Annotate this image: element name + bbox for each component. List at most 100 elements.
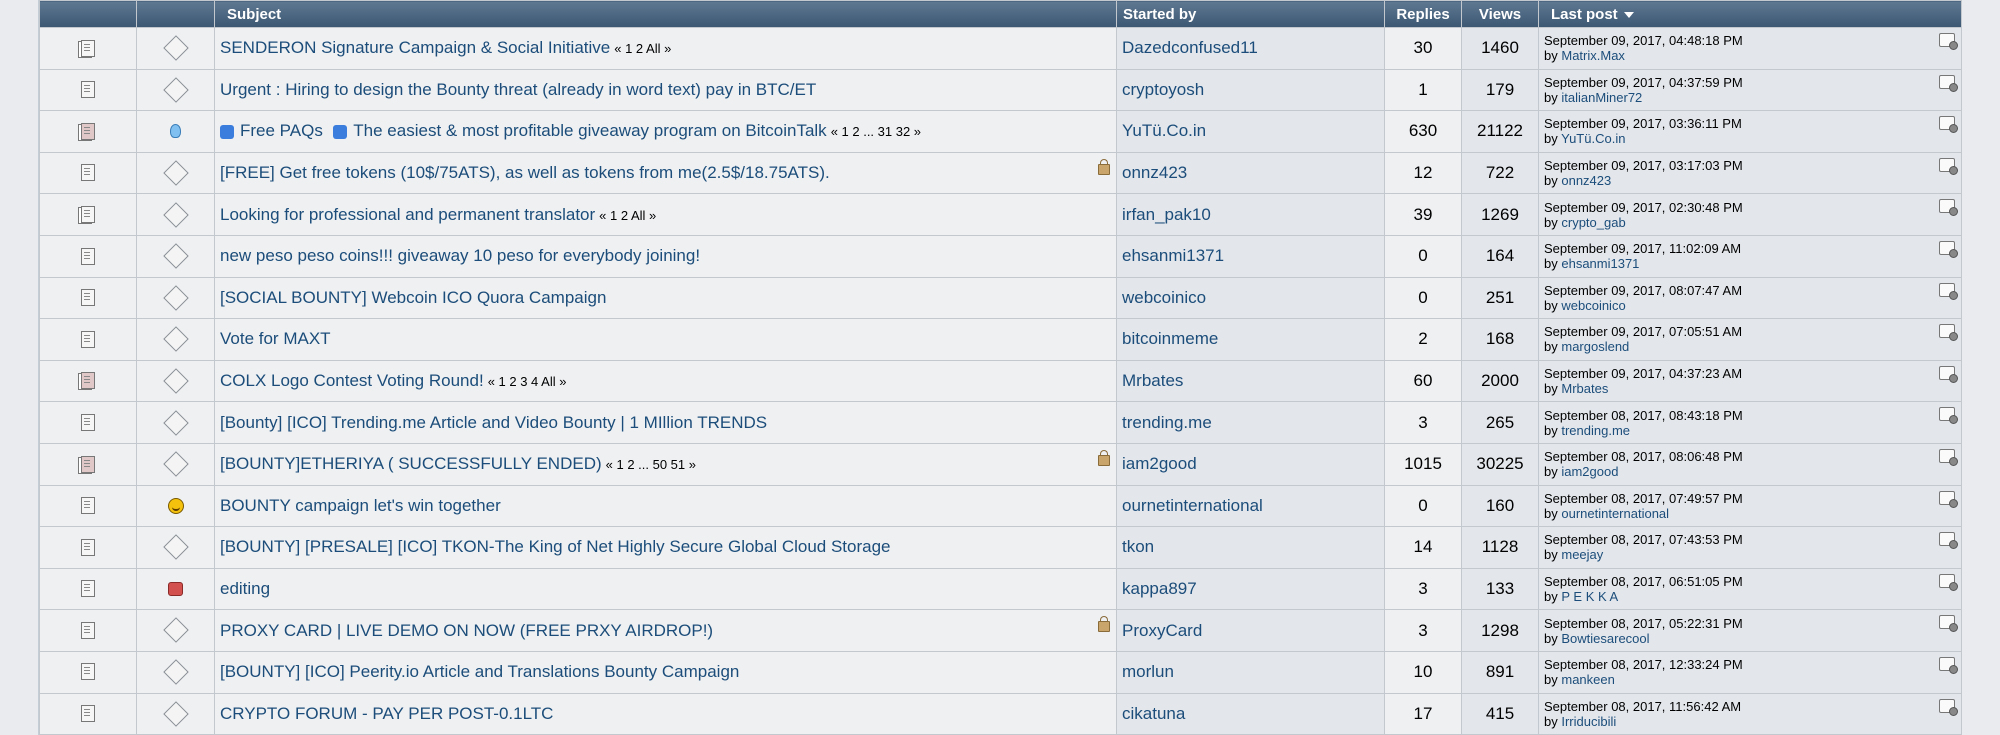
topic-starter-link[interactable]: webcoinico <box>1122 288 1206 307</box>
topic-message-icon-cell <box>136 526 215 569</box>
topic-page-links[interactable]: « 1 2 All » <box>614 41 671 56</box>
last-post-go-icon[interactable] <box>1939 698 1958 716</box>
last-post-by-label: by <box>1544 422 1558 438</box>
header-replies[interactable]: Replies <box>1384 0 1462 28</box>
last-post-go-icon[interactable] <box>1939 490 1958 508</box>
last-post-user-link[interactable]: margoslend <box>1561 339 1629 354</box>
last-post-go-icon[interactable] <box>1939 448 1958 466</box>
last-post-user-link[interactable]: iam2good <box>1561 464 1618 479</box>
last-post-go-icon[interactable] <box>1939 240 1958 258</box>
last-post-go-icon[interactable] <box>1939 116 1958 134</box>
topic-subject-link[interactable]: [BOUNTY] [ICO] Peerity.io Article and Tr… <box>220 662 739 681</box>
last-post-by-label: by <box>1544 339 1558 355</box>
topic-subject-link[interactable]: [FREE] Get free tokens (10$/75ATS), as w… <box>220 163 830 182</box>
topic-page-links[interactable]: « 1 2 ... 50 51 » <box>606 457 696 472</box>
topic-subject-link[interactable]: PROXY CARD | LIVE DEMO ON NOW (FREE PRXY… <box>220 621 713 640</box>
topic-status-cell <box>39 650 137 694</box>
last-post-user-link[interactable]: mankeen <box>1561 672 1614 687</box>
topic-subject-link[interactable]: SENDERON Signature Campaign & Social Ini… <box>220 38 610 57</box>
topic-starter-link[interactable]: trending.me <box>1122 413 1212 432</box>
last-post-go-icon[interactable] <box>1939 656 1958 674</box>
topic-subject-link[interactable]: COLX Logo Contest Voting Round! <box>220 371 484 390</box>
topic-subject-link[interactable]: new peso peso coins!!! giveaway 10 peso … <box>220 246 700 265</box>
topic-starter-link[interactable]: kappa897 <box>1122 579 1197 598</box>
topic-subject-link[interactable]: BOUNTY campaign let's win together <box>220 496 501 515</box>
topic-replies-cell: 60 <box>1384 359 1462 403</box>
topic-starter-link[interactable]: bitcoinmeme <box>1122 329 1218 348</box>
last-post-go-icon[interactable] <box>1939 573 1958 591</box>
header-subject[interactable]: Subject <box>214 0 1117 28</box>
table-row: [FREE] Get free tokens (10$/75ATS), as w… <box>39 151 1962 195</box>
last-post-by-label: by <box>1544 464 1558 480</box>
topic-subject-cell: new peso peso coins!!! giveaway 10 peso … <box>214 234 1117 278</box>
topic-starter-link[interactable]: cikatuna <box>1122 704 1185 723</box>
last-post-user-link[interactable]: meejay <box>1561 547 1603 562</box>
topic-replies-cell: 14 <box>1384 526 1462 569</box>
last-post-by-label: by <box>1544 589 1558 605</box>
header-views[interactable]: Views <box>1461 0 1539 28</box>
last-post-go-icon[interactable] <box>1939 157 1958 175</box>
topic-subject-link[interactable]: [Bounty] [ICO] Trending.me Article and V… <box>220 413 767 432</box>
last-post-user-link[interactable]: onnz423 <box>1561 173 1611 188</box>
topic-message-icon-cell <box>136 234 215 278</box>
topic-page-links[interactable]: « 1 2 ... 31 32 » <box>831 124 921 139</box>
topic-page-links[interactable]: « 1 2 All » <box>599 208 656 223</box>
header-started-by[interactable]: Started by <box>1116 0 1385 28</box>
topic-document-icon <box>81 122 95 140</box>
topic-starter-link[interactable]: YuTü.Co.in <box>1122 121 1206 140</box>
topic-starter-link[interactable]: onnz423 <box>1122 163 1187 182</box>
topic-subject-link[interactable]: [BOUNTY] [PRESALE] [ICO] TKON-The King o… <box>220 537 891 556</box>
last-post-user-link[interactable]: Irriducibili <box>1561 714 1616 729</box>
last-post-by-label: by <box>1544 131 1558 147</box>
last-post-user-link[interactable]: P E K K A <box>1561 589 1618 604</box>
last-post-user-link[interactable]: crypto_gab <box>1561 215 1625 230</box>
topic-starter-link[interactable]: Dazedconfused11 <box>1122 38 1258 57</box>
last-post-user-link[interactable]: ehsanmi1371 <box>1561 256 1639 271</box>
last-post-go-icon[interactable] <box>1939 282 1958 300</box>
last-post-user-link[interactable]: webcoinico <box>1561 298 1625 313</box>
topic-subject-link[interactable]: Vote for MAXT <box>220 329 331 348</box>
topic-views-cell: 164 <box>1461 234 1539 278</box>
topic-starter-link[interactable]: cryptoyosh <box>1122 80 1204 99</box>
topic-views-cell: 168 <box>1461 318 1539 361</box>
last-post-go-icon[interactable] <box>1939 407 1958 425</box>
last-post-user-link[interactable]: Bowtiesarecool <box>1561 631 1649 646</box>
header-last-post[interactable]: Last post <box>1538 0 1962 28</box>
last-post-date: September 09, 2017, 07:05:51 AM <box>1544 324 1743 340</box>
last-post-go-icon[interactable] <box>1939 615 1958 633</box>
topic-subject-link[interactable]: CRYPTO FORUM - PAY PER POST-0.1LTC <box>220 704 553 723</box>
last-post-user-link[interactable]: Matrix.Max <box>1561 48 1625 63</box>
last-post-user-link[interactable]: Mrbates <box>1561 381 1608 396</box>
last-post-user-link[interactable]: italianMiner72 <box>1561 90 1642 105</box>
last-post-go-icon[interactable] <box>1939 532 1958 550</box>
topic-starter-link[interactable]: ournetinternational <box>1122 496 1263 515</box>
topic-starter-link[interactable]: tkon <box>1122 537 1154 556</box>
topic-starter-link[interactable]: iam2good <box>1122 454 1197 473</box>
topic-starter-link[interactable]: Mrbates <box>1122 371 1183 390</box>
topic-message-icon-cell <box>136 484 215 528</box>
topic-starter-link[interactable]: ProxyCard <box>1122 621 1202 640</box>
topic-subject-link[interactable]: Looking for professional and permanent t… <box>220 205 595 224</box>
topic-views-cell: 1269 <box>1461 193 1539 236</box>
last-post-user-link[interactable]: YuTü.Co.in <box>1561 131 1625 146</box>
last-post-go-icon[interactable] <box>1939 324 1958 342</box>
table-row: Urgent : Hiring to design the Bounty thr… <box>39 68 1962 112</box>
last-post-user-link[interactable]: trending.me <box>1561 423 1630 438</box>
topic-subject-link[interactable]: The easiest & most profitable giveaway p… <box>353 121 826 140</box>
topic-subject-link[interactable]: [SOCIAL BOUNTY] Webcoin ICO Quora Campai… <box>220 288 606 307</box>
topic-subject-link[interactable]: [BOUNTY]ETHERIYA ( SUCCESSFULLY ENDED) <box>220 454 602 473</box>
topic-page-links[interactable]: « 1 2 3 4 All » <box>488 374 567 389</box>
last-post-user-link[interactable]: ournetinternational <box>1561 506 1669 521</box>
topic-subject-link[interactable]: Urgent : Hiring to design the Bounty thr… <box>220 80 816 99</box>
topic-subject-link[interactable]: editing <box>220 579 270 598</box>
topic-starter-link[interactable]: morlun <box>1122 662 1174 681</box>
lock-icon <box>1098 616 1110 633</box>
topic-starter-link[interactable]: ehsanmi1371 <box>1122 246 1224 265</box>
topic-status-cell <box>39 484 137 528</box>
topic-starter-link[interactable]: irfan_pak10 <box>1122 205 1211 224</box>
last-post-go-icon[interactable] <box>1939 365 1958 383</box>
topic-subject-prefix[interactable]: Free PAQs <box>240 121 323 140</box>
last-post-go-icon[interactable] <box>1939 33 1958 50</box>
last-post-go-icon[interactable] <box>1939 199 1958 217</box>
last-post-go-icon[interactable] <box>1939 74 1958 92</box>
